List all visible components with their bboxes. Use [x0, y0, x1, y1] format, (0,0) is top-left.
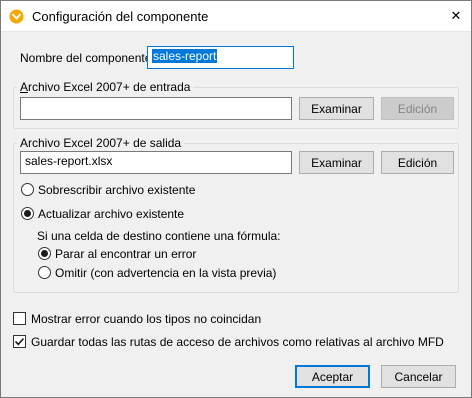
input-edit-button[interactable]: Edición	[381, 97, 454, 120]
type-mismatch-label: Mostrar error cuando los tipos no coinci…	[31, 312, 262, 326]
mapforce-icon	[9, 9, 24, 24]
cancel-label: Cancelar	[394, 369, 443, 384]
output-edit-button[interactable]: Edición	[381, 151, 454, 174]
close-button[interactable]: ✕	[441, 1, 471, 31]
component-name-value: sales-report	[152, 49, 218, 63]
window-title: Configuración del componente	[32, 9, 209, 24]
cancel-button[interactable]: Cancelar	[381, 365, 456, 388]
output-file-path-field[interactable]: sales-report.xlsx	[20, 151, 292, 174]
ok-label: Aceptar	[311, 369, 354, 384]
relative-paths-label: Guardar todas las rutas de acceso de arc…	[31, 335, 444, 349]
omit-label: Omitir (con advertencia en la vista prev…	[55, 266, 277, 280]
component-name-field[interactable]: sales-report	[147, 46, 294, 69]
component-settings-dialog: Configuración del componente ✕ Nombre de…	[0, 0, 472, 398]
input-browse-label: Examinar	[311, 101, 362, 116]
update-radio[interactable]	[21, 207, 34, 220]
formula-label: Si una celda de destino contiene una fór…	[37, 229, 281, 243]
component-name-label: Nombre del componente:	[20, 51, 155, 65]
output-group-title: Archivo Excel 2007+ de salida	[17, 136, 185, 150]
stop-on-error-label: Parar al encontrar un error	[55, 247, 197, 261]
input-browse-button[interactable]: Examinar	[299, 97, 374, 120]
output-edit-label: Edición	[397, 155, 438, 170]
type-mismatch-checkbox[interactable]	[13, 312, 26, 325]
close-icon: ✕	[450, 8, 462, 23]
output-browse-label: Examinar	[311, 155, 362, 170]
overwrite-radio[interactable]	[21, 183, 34, 196]
stop-on-error-radio[interactable]	[38, 247, 51, 260]
input-file-path-field[interactable]	[20, 97, 292, 120]
update-label: Actualizar archivo existente	[38, 207, 185, 221]
title-bar: Configuración del componente ✕	[1, 1, 471, 32]
overwrite-label: Sobrescribir archivo existente	[38, 183, 196, 197]
input-edit-label: Edición	[397, 101, 438, 116]
output-browse-button[interactable]: Examinar	[299, 151, 374, 174]
relative-paths-checkbox[interactable]	[13, 335, 26, 348]
ok-button[interactable]: Aceptar	[295, 365, 370, 388]
checkmark-icon	[14, 337, 25, 346]
omit-radio[interactable]	[38, 266, 51, 279]
input-group-title: Archivo Excel 2007+ de entrada	[17, 80, 194, 94]
output-file-path-value: sales-report.xlsx	[25, 154, 113, 168]
